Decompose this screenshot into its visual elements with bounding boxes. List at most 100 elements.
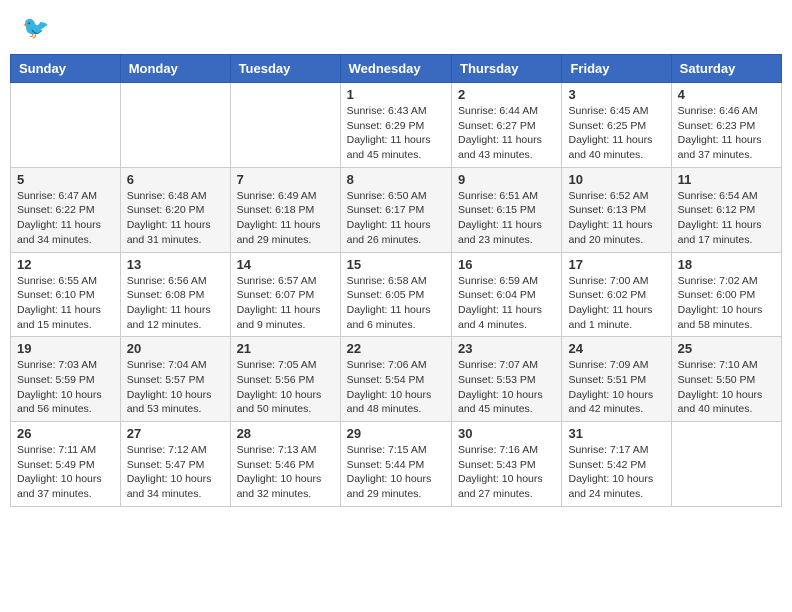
day-info: Sunrise: 6:50 AM Sunset: 6:17 PM Dayligh…: [347, 189, 445, 248]
day-number: 16: [458, 257, 555, 272]
day-info: Sunrise: 6:51 AM Sunset: 6:15 PM Dayligh…: [458, 189, 555, 248]
day-info: Sunrise: 7:10 AM Sunset: 5:50 PM Dayligh…: [678, 358, 775, 417]
calendar-cell: 22 Sunrise: 7:06 AM Sunset: 5:54 PM Dayli…: [340, 337, 451, 422]
day-info: Sunrise: 6:57 AM Sunset: 6:07 PM Dayligh…: [237, 274, 334, 333]
calendar-cell: 20 Sunrise: 7:04 AM Sunset: 5:57 PM Dayli…: [120, 337, 230, 422]
page-header: 🐦: [10, 10, 782, 46]
calendar-cell: 5Sunrise: 6:47 AM Sunset: 6:22 PM Daylig…: [11, 167, 121, 252]
day-info: Sunrise: 7:11 AM Sunset: 5:49 PM Dayligh…: [17, 443, 114, 502]
day-number: 21: [237, 341, 334, 356]
calendar-cell: 18Sunrise: 7:02 AM Sunset: 6:00 PM Dayli…: [671, 252, 781, 337]
day-number: 28: [237, 426, 334, 441]
calendar-header-tuesday: Tuesday: [230, 55, 340, 83]
day-number: 3: [568, 87, 664, 102]
calendar-cell: 14 Sunrise: 6:57 AM Sunset: 6:07 PM Dayli…: [230, 252, 340, 337]
calendar-header-monday: Monday: [120, 55, 230, 83]
day-info: Sunrise: 7:16 AM Sunset: 5:43 PM Dayligh…: [458, 443, 555, 502]
day-number: 13: [127, 257, 224, 272]
calendar-header-friday: Friday: [562, 55, 671, 83]
calendar-cell: 15 Sunrise: 6:58 AM Sunset: 6:05 PM Dayli…: [340, 252, 451, 337]
day-number: 8: [347, 172, 445, 187]
calendar-header-sunday: Sunday: [11, 55, 121, 83]
calendar-cell: 25 Sunrise: 7:10 AM Sunset: 5:50 PM Dayli…: [671, 337, 781, 422]
calendar-header-wednesday: Wednesday: [340, 55, 451, 83]
calendar-week-row: 5Sunrise: 6:47 AM Sunset: 6:22 PM Daylig…: [11, 167, 782, 252]
day-number: 27: [127, 426, 224, 441]
day-number: 25: [678, 341, 775, 356]
calendar-week-row: 1 Sunrise: 6:43 AM Sunset: 6:29 PM Daylig…: [11, 83, 782, 168]
calendar-week-row: 19 Sunrise: 7:03 AM Sunset: 5:59 PM Dayli…: [11, 337, 782, 422]
day-info: Sunrise: 7:17 AM Sunset: 5:42 PM Dayligh…: [568, 443, 664, 502]
calendar-cell: [11, 83, 121, 168]
day-info: Sunrise: 7:13 AM Sunset: 5:46 PM Dayligh…: [237, 443, 334, 502]
day-info: Sunrise: 7:07 AM Sunset: 5:53 PM Dayligh…: [458, 358, 555, 417]
calendar-cell: 4 Sunrise: 6:46 AM Sunset: 6:23 PM Daylig…: [671, 83, 781, 168]
day-info: Sunrise: 6:45 AM Sunset: 6:25 PM Dayligh…: [568, 104, 664, 163]
logo-bird-icon: 🐦: [22, 15, 49, 41]
calendar-cell: [230, 83, 340, 168]
day-info: Sunrise: 6:43 AM Sunset: 6:29 PM Dayligh…: [347, 104, 445, 163]
day-number: 9: [458, 172, 555, 187]
day-info: Sunrise: 6:54 AM Sunset: 6:12 PM Dayligh…: [678, 189, 775, 248]
calendar-cell: 28 Sunrise: 7:13 AM Sunset: 5:46 PM Dayli…: [230, 422, 340, 507]
day-info: Sunrise: 6:58 AM Sunset: 6:05 PM Dayligh…: [347, 274, 445, 333]
calendar-cell: 10 Sunrise: 6:52 AM Sunset: 6:13 PM Dayli…: [562, 167, 671, 252]
day-number: 14: [237, 257, 334, 272]
calendar-cell: 8 Sunrise: 6:50 AM Sunset: 6:17 PM Daylig…: [340, 167, 451, 252]
day-info: Sunrise: 7:15 AM Sunset: 5:44 PM Dayligh…: [347, 443, 445, 502]
calendar-header-saturday: Saturday: [671, 55, 781, 83]
calendar-cell: 7 Sunrise: 6:49 AM Sunset: 6:18 PM Daylig…: [230, 167, 340, 252]
day-number: 2: [458, 87, 555, 102]
calendar-cell: 21Sunrise: 7:05 AM Sunset: 5:56 PM Dayli…: [230, 337, 340, 422]
day-number: 1: [347, 87, 445, 102]
day-number: 11: [678, 172, 775, 187]
logo: 🐦: [20, 15, 49, 41]
calendar-cell: 29 Sunrise: 7:15 AM Sunset: 5:44 PM Dayli…: [340, 422, 451, 507]
day-info: Sunrise: 6:59 AM Sunset: 6:04 PM Dayligh…: [458, 274, 555, 333]
calendar-header-row: SundayMondayTuesdayWednesdayThursdayFrid…: [11, 55, 782, 83]
calendar-cell: 9 Sunrise: 6:51 AM Sunset: 6:15 PM Daylig…: [452, 167, 562, 252]
calendar-cell: 17 Sunrise: 7:00 AM Sunset: 6:02 PM Dayli…: [562, 252, 671, 337]
calendar-cell: 13 Sunrise: 6:56 AM Sunset: 6:08 PM Dayli…: [120, 252, 230, 337]
day-number: 23: [458, 341, 555, 356]
calendar-cell: 31 Sunrise: 7:17 AM Sunset: 5:42 PM Dayli…: [562, 422, 671, 507]
calendar-cell: 27Sunrise: 7:12 AM Sunset: 5:47 PM Dayli…: [120, 422, 230, 507]
calendar-cell: 6Sunrise: 6:48 AM Sunset: 6:20 PM Daylig…: [120, 167, 230, 252]
day-number: 24: [568, 341, 664, 356]
day-number: 17: [568, 257, 664, 272]
calendar-week-row: 12Sunrise: 6:55 AM Sunset: 6:10 PM Dayli…: [11, 252, 782, 337]
calendar-cell: [671, 422, 781, 507]
day-number: 26: [17, 426, 114, 441]
day-info: Sunrise: 7:06 AM Sunset: 5:54 PM Dayligh…: [347, 358, 445, 417]
day-number: 12: [17, 257, 114, 272]
calendar-table: SundayMondayTuesdayWednesdayThursdayFrid…: [10, 54, 782, 507]
calendar-cell: [120, 83, 230, 168]
day-info: Sunrise: 7:04 AM Sunset: 5:57 PM Dayligh…: [127, 358, 224, 417]
calendar-cell: 26 Sunrise: 7:11 AM Sunset: 5:49 PM Dayli…: [11, 422, 121, 507]
day-number: 20: [127, 341, 224, 356]
day-number: 10: [568, 172, 664, 187]
calendar-cell: 11 Sunrise: 6:54 AM Sunset: 6:12 PM Dayli…: [671, 167, 781, 252]
day-info: Sunrise: 6:49 AM Sunset: 6:18 PM Dayligh…: [237, 189, 334, 248]
day-info: Sunrise: 6:56 AM Sunset: 6:08 PM Dayligh…: [127, 274, 224, 333]
calendar-cell: 16 Sunrise: 6:59 AM Sunset: 6:04 PM Dayli…: [452, 252, 562, 337]
day-number: 4: [678, 87, 775, 102]
day-number: 7: [237, 172, 334, 187]
day-number: 15: [347, 257, 445, 272]
day-info: Sunrise: 6:52 AM Sunset: 6:13 PM Dayligh…: [568, 189, 664, 248]
calendar-cell: 19 Sunrise: 7:03 AM Sunset: 5:59 PM Dayli…: [11, 337, 121, 422]
calendar-cell: 3 Sunrise: 6:45 AM Sunset: 6:25 PM Daylig…: [562, 83, 671, 168]
day-info: Sunrise: 7:00 AM Sunset: 6:02 PM Dayligh…: [568, 274, 664, 333]
day-number: 19: [17, 341, 114, 356]
calendar-cell: 12Sunrise: 6:55 AM Sunset: 6:10 PM Dayli…: [11, 252, 121, 337]
day-number: 29: [347, 426, 445, 441]
day-number: 22: [347, 341, 445, 356]
calendar-cell: 24Sunrise: 7:09 AM Sunset: 5:51 PM Dayli…: [562, 337, 671, 422]
day-info: Sunrise: 6:46 AM Sunset: 6:23 PM Dayligh…: [678, 104, 775, 163]
day-number: 5: [17, 172, 114, 187]
calendar-cell: 1 Sunrise: 6:43 AM Sunset: 6:29 PM Daylig…: [340, 83, 451, 168]
calendar-cell: 2Sunrise: 6:44 AM Sunset: 6:27 PM Daylig…: [452, 83, 562, 168]
day-number: 31: [568, 426, 664, 441]
day-info: Sunrise: 7:03 AM Sunset: 5:59 PM Dayligh…: [17, 358, 114, 417]
calendar-cell: 23 Sunrise: 7:07 AM Sunset: 5:53 PM Dayli…: [452, 337, 562, 422]
